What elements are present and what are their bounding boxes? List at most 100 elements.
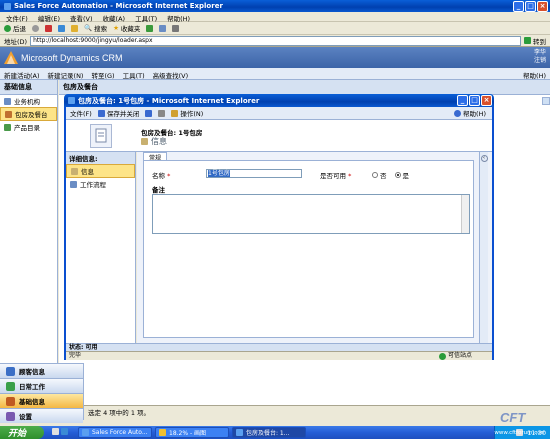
help-icon [454, 109, 462, 117]
cmd-new-activity[interactable]: 新建活动(A) [4, 70, 40, 80]
desktop-icon[interactable] [52, 428, 59, 435]
favorites-button[interactable]: ★ 收藏夹 [113, 23, 140, 33]
dialog-done-text: 完毕 [69, 352, 82, 359]
watermark-logo: CFT [500, 410, 546, 427]
dialog-status-bar: 状态: 可用 [66, 343, 492, 351]
radio-yes[interactable] [394, 172, 401, 178]
ie-task-icon-2 [236, 429, 243, 436]
menu-file[interactable]: 文件(F) [6, 13, 28, 23]
ie-title-bar: Sales Force Automation - Microsoft Inter… [0, 0, 550, 12]
info-icon [141, 138, 148, 145]
grid-scroll-handle[interactable] [542, 97, 550, 105]
menu-view[interactable]: 查看(V) [70, 13, 93, 23]
cmd-advanced-find[interactable]: 高级查找(V) [153, 70, 189, 80]
history-icon[interactable] [146, 24, 154, 32]
crm-command-bar: 新建活动(A) 新建记录(N) 转至(G) 工具(T) 高级查找(V) 帮助(H… [0, 68, 550, 80]
back-arrow-icon [4, 24, 11, 32]
home-icon[interactable] [71, 24, 78, 32]
available-radio-group: 否 是 [372, 170, 409, 180]
notes-scrollbar[interactable] [461, 195, 469, 233]
collapse-chevron-icon[interactable]: ‹ [480, 155, 488, 162]
close-button[interactable]: × [537, 0, 548, 12]
actions-icon [171, 109, 179, 117]
detail-item-workflow[interactable]: 工作流程 [66, 178, 135, 190]
dialog-side-strip: ‹ [479, 152, 488, 343]
mail-icon[interactable] [159, 24, 167, 32]
crm-grid-area [84, 363, 550, 405]
sign-out-link[interactable]: 注销 [534, 57, 546, 65]
ie-toolbar: 后退 🔍 搜索 ★ 收藏夹 [0, 22, 550, 35]
wunderbar-basic-info[interactable]: 基础信息 [0, 393, 83, 408]
start-button[interactable]: 开始 [0, 426, 44, 439]
print-icon[interactable] [172, 24, 180, 32]
ie-menu-bar: 文件(F) 编辑(E) 查看(V) 收藏(A) 工具(T) 帮助(H) [0, 12, 550, 23]
forward-arrow-icon[interactable] [32, 24, 39, 32]
dialog-close-button[interactable]: × [481, 95, 492, 106]
actions-menu[interactable]: 操作(N) [171, 108, 203, 118]
dialog-minimize-button[interactable]: _ [457, 95, 468, 106]
name-label: 名称 * [152, 172, 171, 180]
save-close-button[interactable]: 保存并关闭 [97, 108, 139, 118]
menu-edit[interactable]: 编辑(E) [38, 13, 60, 23]
crm-help[interactable]: 帮助(H) [523, 70, 546, 80]
ie-title-text: Sales Force Automation - Microsoft Inter… [14, 2, 223, 10]
stop-icon[interactable] [45, 24, 52, 32]
address-input[interactable]: http://localhost:9000/jingyu/loader.aspx [30, 35, 521, 46]
save-disk-icon[interactable] [145, 109, 153, 117]
wunderbar-settings[interactable]: 设置 [0, 408, 83, 423]
business-unit-icon [4, 97, 11, 105]
ie-task-icon [82, 429, 89, 436]
paint-icon [159, 429, 166, 436]
notes-textarea[interactable] [152, 194, 470, 234]
refresh-icon[interactable] [58, 24, 65, 32]
available-label: 是否可用 * [320, 172, 352, 180]
print-icon[interactable] [158, 109, 166, 117]
task-paint[interactable]: 18.2% - 画图 [155, 427, 229, 438]
back-button[interactable]: 后退 [4, 23, 26, 33]
nav-item-product-catalog[interactable]: 产品目录 [0, 121, 57, 133]
dialog-detail-nav: 详细信息: 信息 工作流程 [66, 152, 136, 343]
task-dialog[interactable]: 包房及餐台: 1... [232, 427, 306, 438]
user-name: 李华 [533, 49, 546, 56]
content-title: 包房及餐台 [59, 80, 550, 95]
info-page-icon [71, 167, 78, 175]
menu-help[interactable]: 帮助(H) [167, 13, 190, 23]
maximize-button[interactable]: □ [525, 0, 536, 12]
trusted-icon [438, 352, 446, 360]
wunderbar: 顾客信息 日常工作 基础信息 设置 [0, 363, 84, 423]
cmd-go-to[interactable]: 转至(G) [91, 70, 114, 80]
dialog-menu-file[interactable]: 文件(F) [70, 108, 92, 118]
menu-favorites[interactable]: 收藏(A) [103, 13, 126, 23]
radio-no[interactable] [372, 172, 378, 178]
daily-work-icon [6, 381, 15, 391]
minimize-button[interactable]: _ [513, 0, 524, 12]
search-button[interactable]: 🔍 搜索 [84, 23, 107, 33]
record-subtitle: 信息 [141, 136, 167, 147]
workflow-icon [70, 180, 77, 188]
wunderbar-customers[interactable]: 顾客信息 [0, 363, 83, 378]
go-button[interactable]: 转到 [524, 36, 546, 46]
cmd-new-record[interactable]: 新建记录(N) [48, 70, 84, 80]
dialog-title-text: 包房及餐台: 1号包房 - Microsoft Internet Explore… [78, 96, 260, 105]
dialog-maximize-button[interactable]: □ [469, 95, 480, 106]
ie-icon [4, 2, 11, 10]
menu-tools[interactable]: 工具(T) [135, 13, 157, 23]
wunderbar-daily-work[interactable]: 日常工作 [0, 378, 83, 393]
name-input[interactable]: 1号包房 [206, 169, 302, 178]
detail-item-info[interactable]: 信息 [66, 164, 135, 178]
watermark-url: www.cftforum.com [494, 430, 546, 436]
cmd-tools[interactable]: 工具(T) [123, 70, 145, 80]
tab-general[interactable]: 常规 [143, 152, 167, 162]
task-sales-force[interactable]: Sales Force Auto... [78, 427, 152, 438]
ie-launch-icon[interactable] [61, 428, 68, 435]
crm-status-bar: 选定 4 项中的 1 项。 [84, 405, 550, 417]
taskbar: 开始 Sales Force Auto... 18.2% - 画图 包房及餐台:… [0, 426, 550, 439]
nav-item-rooms-tables[interactable]: 包房及餐台 [0, 107, 57, 121]
trusted-zone: 可信站点 [438, 352, 492, 360]
record-header: 包房及餐台: 1号包房 信息 [66, 120, 492, 152]
dialog-help-button[interactable]: 帮助(H) [454, 108, 492, 118]
catalog-icon [4, 123, 11, 131]
nav-item-business-unit[interactable]: 业务机构 [0, 95, 57, 107]
settings-icon [6, 411, 15, 421]
crm-logo-icon [4, 51, 18, 64]
